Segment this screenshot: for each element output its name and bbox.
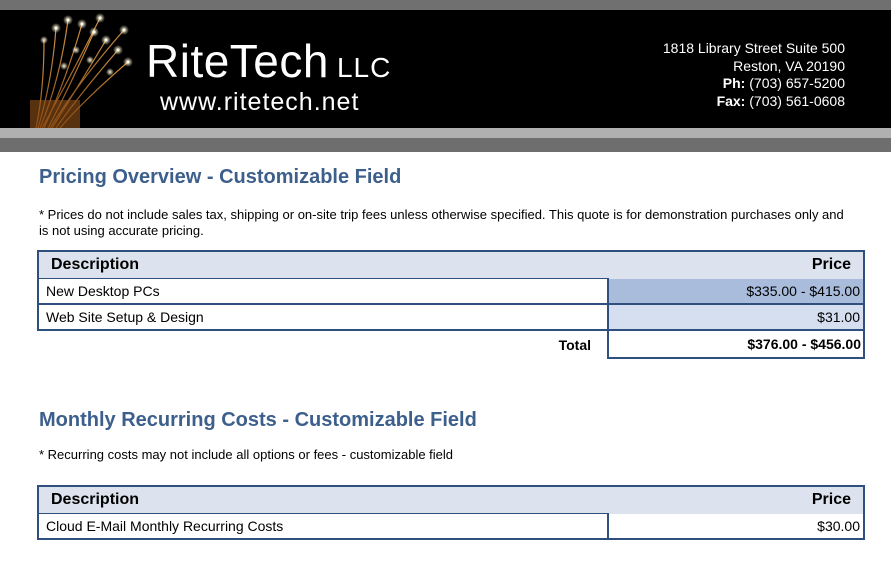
brand-suffix: LLC xyxy=(336,52,392,83)
row-description: Web Site Setup & Design xyxy=(37,303,608,331)
fiber-optic-logo-image xyxy=(30,13,133,128)
row-price: $31.00 xyxy=(607,304,865,331)
row-price: $30.00 xyxy=(607,513,865,540)
phone-line: Ph: (703) 657-5200 xyxy=(663,75,845,93)
recurring-note: * Recurring costs may not include all op… xyxy=(39,447,454,462)
row-price: $335.00 - $415.00 xyxy=(607,278,865,305)
row-description: New Desktop PCs xyxy=(37,278,608,305)
header-top-strip xyxy=(0,0,891,10)
table-row: Cloud E-Mail Monthly Recurring Costs $30… xyxy=(37,513,865,540)
fax-line: Fax: (703) 561-0608 xyxy=(663,93,845,111)
address-line-1: 1818 Library Street Suite 500 xyxy=(662,40,845,56)
fax-label: Fax: xyxy=(716,92,746,109)
pricing-table: Description Price New Desktop PCs $335.0… xyxy=(37,250,865,359)
column-header-price: Price xyxy=(608,250,865,279)
recurring-table-header: Description Price xyxy=(37,485,865,514)
pricing-note: * Prices do not include sales tax, shipp… xyxy=(39,207,844,238)
total-value: $376.00 - $456.00 xyxy=(607,329,865,359)
column-header-description: Description xyxy=(37,485,608,514)
company-address: 1818 Library Street Suite 500 Reston, VA… xyxy=(663,40,845,110)
total-label: Total xyxy=(558,336,591,353)
brand-logo-text: RiteTech LLC xyxy=(146,38,391,84)
table-row: Web Site Setup & Design $31.00 xyxy=(37,303,865,331)
recurring-section-title: Monthly Recurring Costs - Customizable F… xyxy=(39,409,477,431)
column-header-price: Price xyxy=(608,485,865,514)
header-divider-dark xyxy=(0,138,891,152)
phone-number: (703) 657-5200 xyxy=(749,75,845,91)
row-description: Cloud E-Mail Monthly Recurring Costs xyxy=(37,513,608,540)
company-header: RiteTech LLC www.ritetech.net 1818 Librar… xyxy=(0,10,891,128)
phone-label: Ph: xyxy=(722,75,746,91)
website-text: www.ritetech.net xyxy=(160,88,360,116)
total-row: Total $376.00 - $456.00 xyxy=(38,329,865,359)
brand-name: RiteTech xyxy=(146,35,329,87)
recurring-table: Description Price Cloud E-Mail Monthly R… xyxy=(37,485,865,540)
header-divider-light xyxy=(0,128,891,138)
address-line-2: Reston, VA 20190 xyxy=(733,57,845,74)
fax-number: (703) 561-0608 xyxy=(749,92,845,109)
column-header-description: Description xyxy=(37,250,608,279)
pricing-table-header: Description Price xyxy=(37,250,865,279)
table-row: New Desktop PCs $335.00 - $415.00 xyxy=(37,278,865,305)
pricing-section-title: Pricing Overview - Customizable Field xyxy=(39,166,402,188)
